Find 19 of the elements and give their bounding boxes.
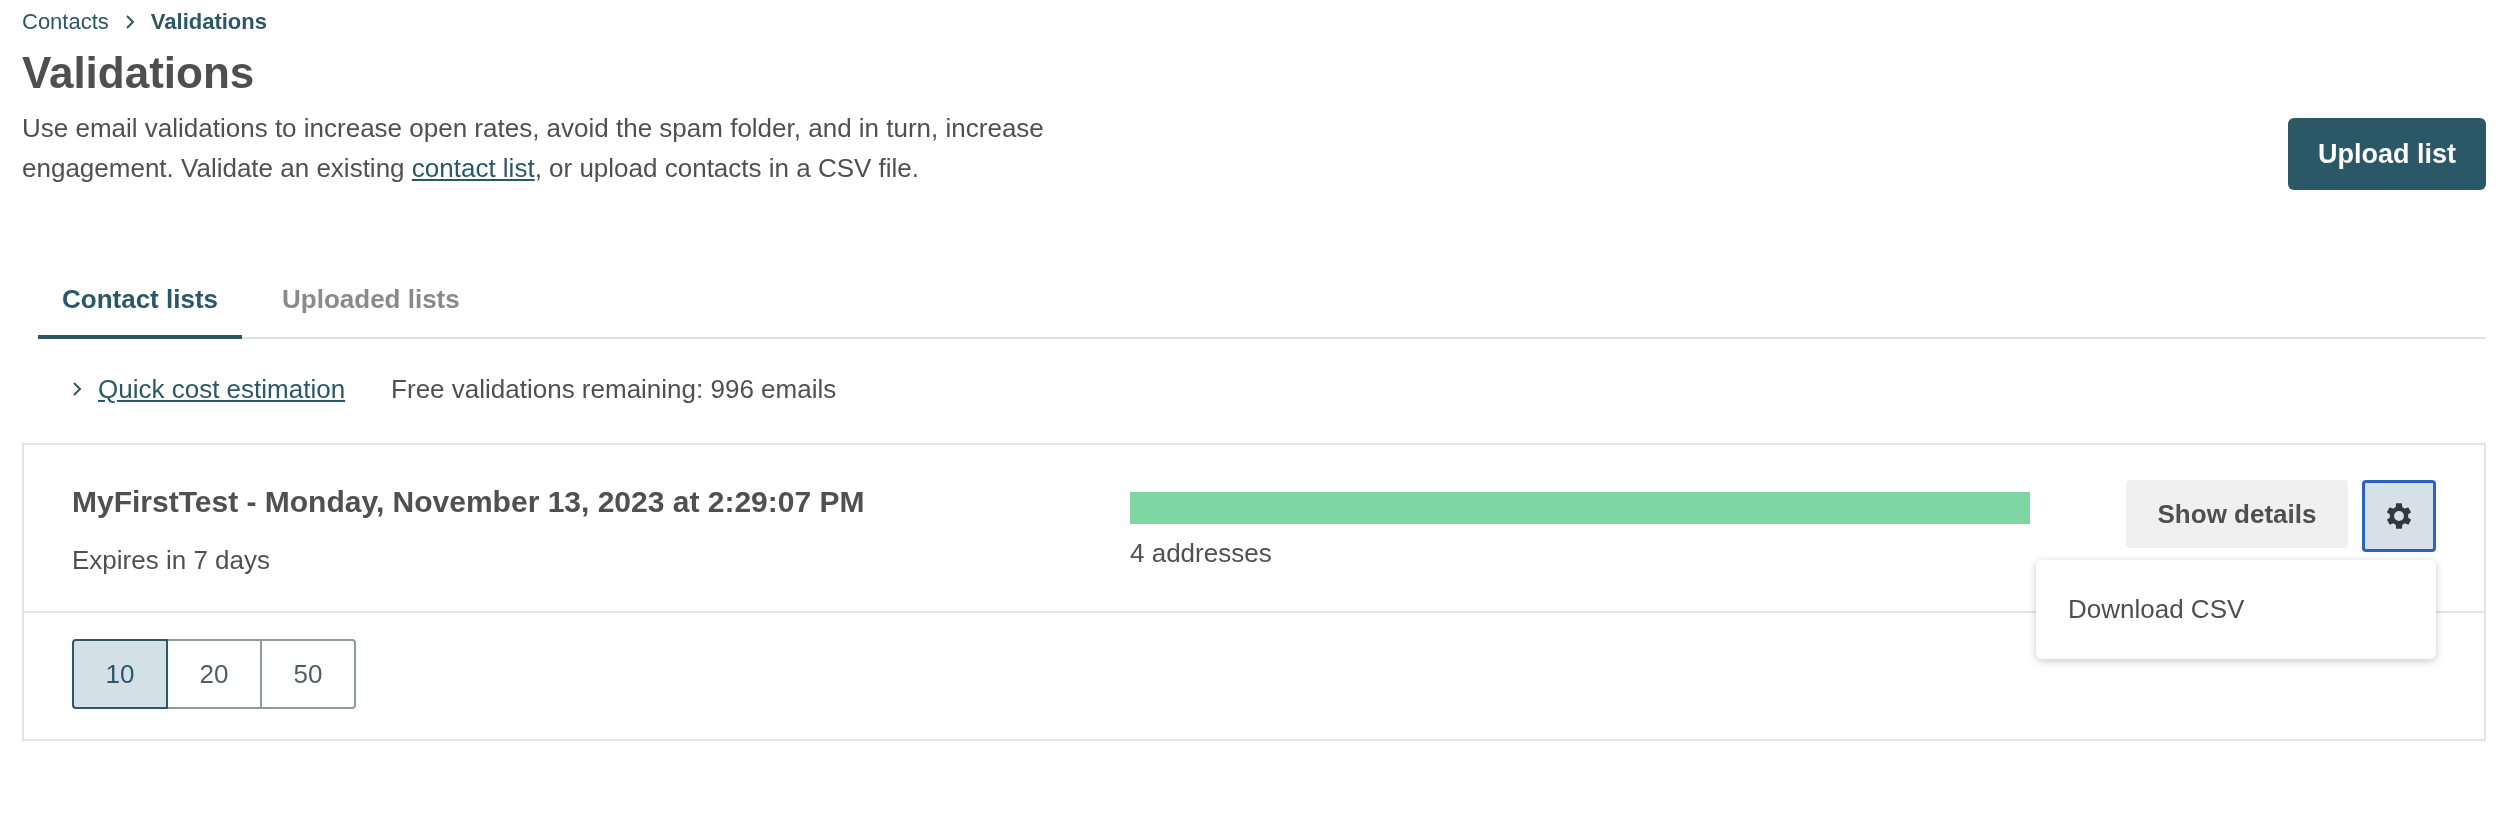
page-title: Validations [22,48,256,98]
download-csv-menu-item[interactable]: Download CSV [2036,578,2436,641]
breadcrumb-link[interactable]: Contacts [22,9,109,35]
expiry-text: Expires in 7 days [72,544,271,576]
contact-list-link[interactable]: contact list [411,153,535,183]
address-count: 4 addresses [1130,537,1273,569]
page-description: Use email validations to increase open rates, avoid the spam folder, and in turn, increase engagement. Validate an existing contact list, or upload contacts in a CSV file. [22,112,1045,185]
free-validations-text: Free validations remaining: 996 emails [391,373,837,405]
upload-list-button[interactable]: Upload list [2288,118,2486,190]
show-details-button[interactable]: Show details [2126,480,2348,548]
breadcrumb-link[interactable]: Validations [150,9,267,35]
validation-name: MyFirstTest - Monday, November 13, 2023 at 2:29:07 PM [72,484,866,519]
quick-cost-estimation-link[interactable]: Quick cost estimation [98,373,346,405]
chevron-right-icon[interactable] [70,381,84,397]
tab[interactable]: Contact lists [38,264,243,339]
settings-button[interactable] [2362,480,2436,552]
page-size-button[interactable]: 50 [260,639,356,709]
page-size-button[interactable]: 20 [166,639,262,709]
page-size-button[interactable]: 10 [72,639,168,709]
